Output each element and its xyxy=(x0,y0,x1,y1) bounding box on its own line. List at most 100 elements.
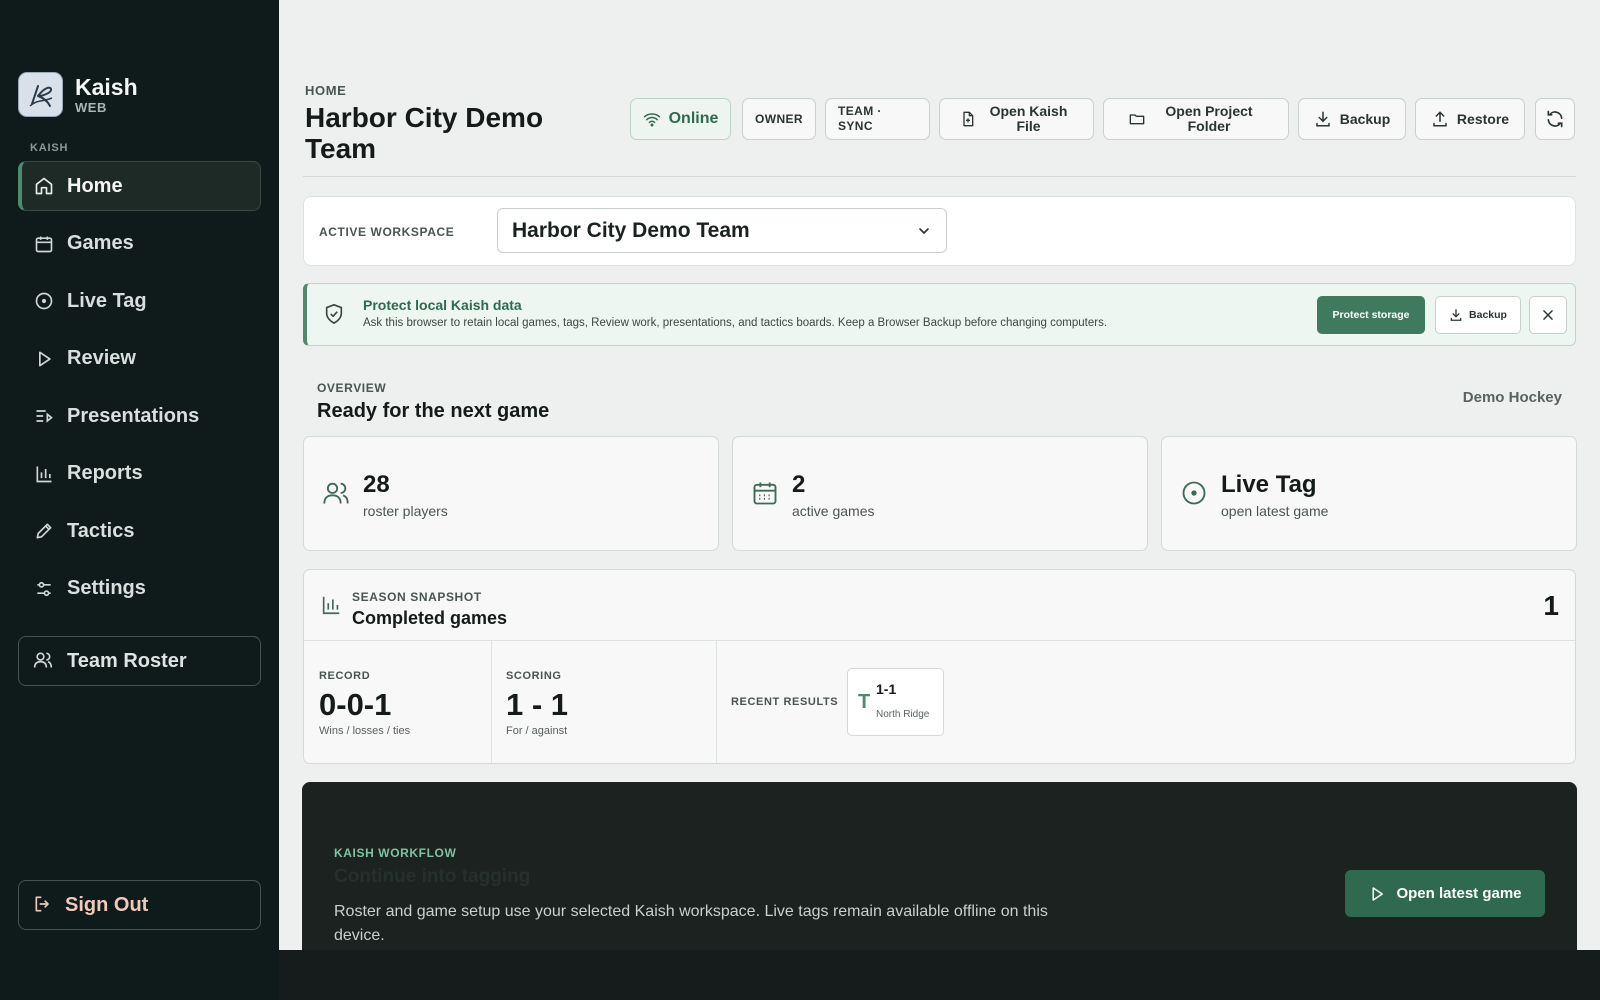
owner-badge: OWNER xyxy=(742,98,816,140)
page-title: Harbor City Demo Team xyxy=(305,102,544,164)
sidebar: Kaish WEB KAISH Home Games Live Tag Revi… xyxy=(0,0,279,1000)
chevron-down-icon xyxy=(916,223,932,239)
protect-data-banner: Protect local Kaish data Ask this browse… xyxy=(303,283,1576,346)
banner-title: Protect local Kaish data xyxy=(363,297,522,313)
calendar-icon xyxy=(751,479,779,507)
sidebar-item-review[interactable]: Review xyxy=(18,334,261,384)
workflow-title: Continue into tagging xyxy=(334,866,531,887)
sidebar-item-tactics[interactable]: Tactics xyxy=(18,506,261,556)
header-divider xyxy=(303,176,1576,177)
workflow-text: Roster and game setup use your selected … xyxy=(334,903,1048,944)
online-status-button[interactable]: Online xyxy=(630,98,731,140)
play-icon xyxy=(33,348,55,370)
sidebar-item-presentations[interactable]: Presentations xyxy=(18,391,261,441)
scoring-value: 1 - 1 xyxy=(506,687,569,722)
nav-section-label: KAISH xyxy=(30,142,69,154)
overview-label: OVERVIEW xyxy=(317,381,387,395)
file-icon xyxy=(960,110,976,128)
refresh-button[interactable] xyxy=(1535,98,1575,140)
backup-button[interactable]: Backup xyxy=(1298,98,1406,140)
bar-chart-icon xyxy=(320,594,342,616)
card-sub: open latest game xyxy=(1221,503,1329,519)
pencil-icon xyxy=(33,520,55,542)
list-play-icon xyxy=(33,405,55,427)
season-snapshot-panel: SEASON SNAPSHOT Completed games 1 RECORD… xyxy=(303,569,1576,764)
sidebar-item-home[interactable]: Home xyxy=(18,161,261,211)
team-roster-button[interactable]: Team Roster xyxy=(18,636,261,686)
card-value: Live Tag xyxy=(1221,471,1317,498)
users-icon xyxy=(33,650,55,672)
restore-button[interactable]: Restore xyxy=(1415,98,1525,140)
banner-close-button[interactable] xyxy=(1529,296,1567,334)
calendar-icon xyxy=(33,233,55,255)
card-value: 2 xyxy=(792,471,806,498)
sidebar-item-live-tag[interactable]: Live Tag xyxy=(18,276,261,326)
sidebar-item-label: Review xyxy=(67,347,136,369)
banner-text: Ask this browser to retain local games, … xyxy=(363,317,1108,329)
recent-results-label: RECENT RESULTS xyxy=(731,696,839,708)
brand-sub: WEB xyxy=(75,100,107,115)
open-project-folder-label: Open Project Folder xyxy=(1165,103,1253,134)
sidebar-item-label: Games xyxy=(67,232,134,254)
owner-label: OWNER xyxy=(755,112,803,126)
sidebar-item-label: Settings xyxy=(67,577,146,599)
banner-backup-button[interactable]: Backup xyxy=(1435,296,1521,334)
sidebar-item-games[interactable]: Games xyxy=(18,219,261,269)
live-tag-card[interactable]: Live Tag open latest game xyxy=(1161,436,1577,551)
team-roster-label: Team Roster xyxy=(67,649,187,672)
record-stat: RECORD 0-0-1 Wins / losses / ties xyxy=(304,641,491,763)
active-workspace-panel: ACTIVE WORKSPACE Harbor City Demo Team xyxy=(303,196,1576,266)
restore-label: Restore xyxy=(1456,111,1510,127)
scoring-sub: For / against xyxy=(506,725,568,737)
brand-name: Kaish xyxy=(75,74,138,100)
sidebar-item-settings[interactable]: Settings xyxy=(18,564,261,614)
breadcrumb: HOME xyxy=(305,83,347,98)
open-project-folder-button[interactable]: Open Project Folder xyxy=(1103,98,1289,140)
sidebar-item-label: Reports xyxy=(67,462,143,484)
users-icon xyxy=(322,479,350,507)
open-kaish-file-button[interactable]: Open Kaish File xyxy=(939,98,1094,140)
sidebar-item-label: Live Tag xyxy=(67,289,147,312)
stat-divider xyxy=(716,641,717,763)
open-latest-game-button[interactable]: Open latest game xyxy=(1345,870,1545,917)
record-label: RECORD xyxy=(319,670,371,682)
sidebar-item-label: Tactics xyxy=(67,519,135,542)
recent-result-chip[interactable]: T 1-1 North Ridge xyxy=(847,668,944,736)
overview-title: Ready for the next game xyxy=(317,400,550,422)
sign-out-label: Sign Out xyxy=(65,893,149,916)
open-latest-game-label: Open latest game xyxy=(1396,885,1522,902)
open-kaish-file-label: Open Kaish File xyxy=(989,103,1068,134)
sliders-icon xyxy=(33,578,55,600)
result-score: 1-1 xyxy=(876,681,897,697)
upload-icon xyxy=(1431,110,1449,128)
brand[interactable]: Kaish WEB xyxy=(18,72,138,117)
logout-icon xyxy=(33,894,55,916)
top-strip xyxy=(279,0,1600,50)
download-icon xyxy=(1449,308,1463,322)
active-games-card[interactable]: 2 active games xyxy=(732,436,1148,551)
backup-label: Backup xyxy=(1339,111,1391,127)
roster-players-card[interactable]: 28 roster players xyxy=(303,436,719,551)
team-sync-label: TEAM · SYNC xyxy=(838,104,882,133)
shield-icon xyxy=(323,302,345,326)
team-sync-badge: TEAM · SYNC xyxy=(825,98,930,140)
result-opponent: North Ridge xyxy=(876,709,930,720)
active-workspace-label: ACTIVE WORKSPACE xyxy=(319,225,455,239)
sign-out-button[interactable]: Sign Out xyxy=(18,880,261,930)
card-sub: active games xyxy=(792,503,875,519)
close-icon xyxy=(1541,308,1555,322)
home-icon xyxy=(33,175,55,197)
season-snapshot-label: SEASON SNAPSHOT xyxy=(352,590,482,604)
sidebar-item-reports[interactable]: Reports xyxy=(18,449,261,499)
online-label: Online xyxy=(668,110,719,127)
scoring-stat: SCORING 1 - 1 For / against xyxy=(491,641,716,763)
sidebar-item-label: Presentations xyxy=(67,404,200,427)
workspace-select[interactable]: Harbor City Demo Team xyxy=(497,208,947,253)
card-value: 28 xyxy=(363,471,390,498)
protect-storage-button[interactable]: Protect storage xyxy=(1317,296,1425,334)
wifi-icon xyxy=(643,110,661,128)
kaish-workflow-panel: KAISH WORKFLOW Continue into tagging Ros… xyxy=(302,782,1577,950)
workspace-selected-value: Harbor City Demo Team xyxy=(512,218,750,242)
sport-label: Demo Hockey xyxy=(1462,389,1562,406)
workflow-label: KAISH WORKFLOW xyxy=(334,846,457,860)
